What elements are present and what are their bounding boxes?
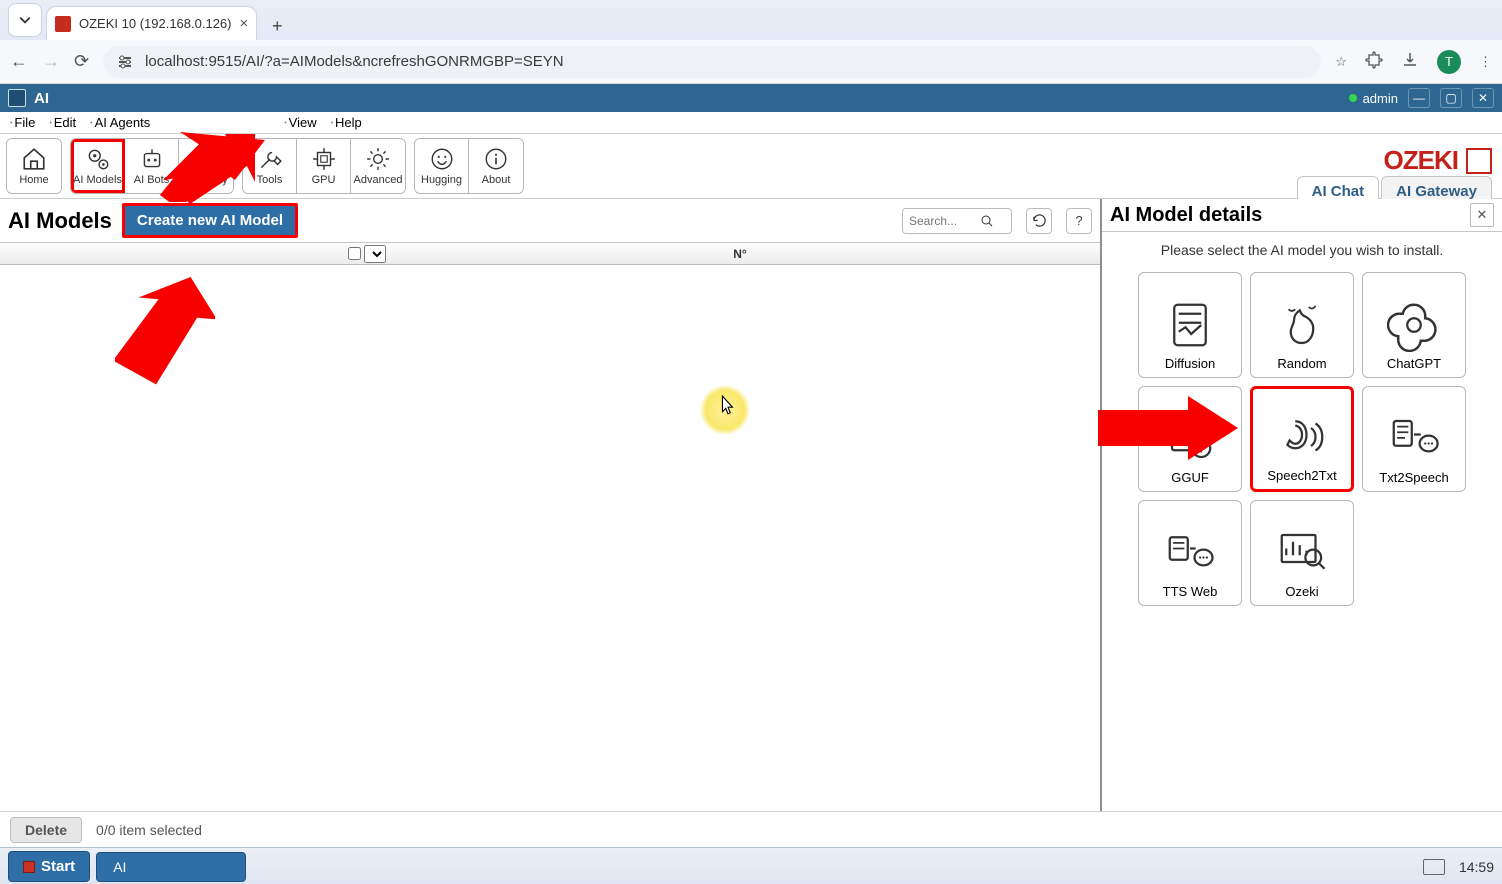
cursor-icon [720,395,736,415]
filter-dropdown[interactable] [364,245,386,263]
os-taskbar: Start AI 14:59 [0,847,1502,884]
refresh-button[interactable] [1026,208,1052,234]
puzzle-icon [1365,51,1383,69]
openai-icon [1387,298,1441,352]
menu-ai-agents[interactable]: AI Agents [90,115,150,130]
menu-view[interactable]: View [284,115,316,130]
taskbar-item-ai[interactable]: AI [96,852,246,882]
browser-menu-button[interactable]: ⋮ [1479,54,1492,70]
create-model-button[interactable]: Create new AI Model [122,203,298,238]
huggingface-icon [429,146,455,172]
back-button[interactable]: ← [10,51,28,72]
menu-bar: File Edit AI Agents View Help [0,112,1502,134]
select-all-checkbox[interactable] [348,247,361,260]
close-tab-button[interactable]: × [239,15,248,32]
info-icon [483,146,509,172]
maximize-button[interactable]: ▢ [1440,88,1462,108]
tts-web-icon [1163,526,1217,580]
url-field[interactable]: localhost:9515/AI/?a=AIModels&ncrefreshG… [103,46,1321,78]
current-user: admin [1363,91,1398,106]
toolbar-advanced[interactable]: Advanced [351,139,405,193]
url-text: localhost:9515/AI/?a=AIModels&ncrefreshG… [145,53,564,70]
tutorial-arrow-icon [155,134,265,204]
model-speech2txt[interactable]: Speech2Txt [1250,386,1354,492]
menu-file[interactable]: File [10,115,35,130]
refresh-icon [1032,213,1047,228]
search-input[interactable] [902,208,1012,234]
bookmark-button[interactable]: ☆ [1335,54,1347,70]
app-title-bar: AI admin — ▢ ✕ [0,84,1502,112]
gpu-chip-icon [311,146,337,172]
start-logo-icon [23,861,35,873]
delete-button[interactable]: Delete [10,817,82,843]
site-settings-icon[interactable] [117,54,133,70]
download-icon [1401,51,1419,69]
toolbar: Home AI Models AI Bots Gateway Tools GPU… [0,134,1502,199]
chevron-down-icon [19,14,31,26]
status-indicator-icon [1349,94,1357,102]
logo-mark-icon [1466,148,1492,174]
model-details-pane: AI Model details ✕ Please select the AI … [1102,199,1502,811]
start-button[interactable]: Start [8,851,90,882]
clock: 14:59 [1459,859,1494,875]
text-to-speech-icon [1387,412,1441,466]
model-random[interactable]: Random [1250,272,1354,378]
toolbar-gpu[interactable]: GPU [297,139,351,193]
browser-address-bar: ← → ⟳ localhost:9515/AI/?a=AIModels&ncre… [0,40,1502,84]
gears-icon [85,146,111,172]
model-ozeki[interactable]: Ozeki [1250,500,1354,606]
browser-tab[interactable]: OZEKI 10 (192.168.0.126) × [46,6,257,40]
app-icon [8,89,26,107]
toolbar-ai-models[interactable]: AI Models [71,139,125,193]
downloads-button[interactable] [1401,51,1419,72]
ozeki-analytics-icon [1275,526,1329,580]
forward-button[interactable]: → [42,51,60,72]
model-chatgpt[interactable]: ChatGPT [1362,272,1466,378]
extensions-button[interactable] [1365,51,1383,72]
toolbar-about[interactable]: About [469,139,523,193]
new-tab-button[interactable]: + [263,12,291,40]
model-tts-web[interactable]: TTS Web [1138,500,1242,606]
menu-edit[interactable]: Edit [49,115,76,130]
keyboard-icon[interactable] [1423,859,1445,875]
tab-search-dropdown[interactable] [8,3,42,37]
gear-icon [365,146,391,172]
help-button[interactable]: ? [1066,208,1092,234]
profile-button[interactable]: T [1437,50,1461,74]
home-icon [21,146,47,172]
speech-to-text-icon [1275,410,1329,464]
tutorial-arrow-icon [1098,396,1238,460]
grid-header: N° [0,243,1100,265]
close-button[interactable]: ✕ [1472,88,1494,108]
models-list-pane: AI Models Create new AI Model ? N° [0,199,1102,811]
details-title: AI Model details [1110,204,1262,227]
search-field[interactable] [909,214,981,228]
details-message: Please select the AI model you wish to i… [1102,232,1502,268]
tutorial-arrow-icon [115,275,215,405]
toolbar-hugging[interactable]: Hugging [415,139,469,193]
column-number[interactable]: N° [386,247,1094,261]
reload-button[interactable]: ⟳ [74,51,89,72]
close-details-button[interactable]: ✕ [1470,203,1494,227]
minimize-button[interactable]: — [1408,88,1430,108]
menu-help[interactable]: Help [331,115,362,130]
selection-count: 0/0 item selected [96,822,202,838]
grid-body [0,265,1100,811]
app-window-title: AI [34,90,49,107]
favicon-icon [55,16,71,32]
toolbar-home[interactable]: Home [7,139,61,193]
search-icon [981,215,993,227]
model-diffusion[interactable]: Diffusion [1138,272,1242,378]
tab-title: OZEKI 10 (192.168.0.126) [79,16,231,31]
browser-tab-strip: OZEKI 10 (192.168.0.126) × + [0,0,1502,40]
diffusion-icon [1163,298,1217,352]
list-footer: Delete 0/0 item selected [0,811,1502,847]
model-txt2speech[interactable]: Txt2Speech [1362,386,1466,492]
system-tray: 14:59 [1423,859,1494,875]
page-title: AI Models [8,208,112,234]
random-icon [1275,298,1329,352]
